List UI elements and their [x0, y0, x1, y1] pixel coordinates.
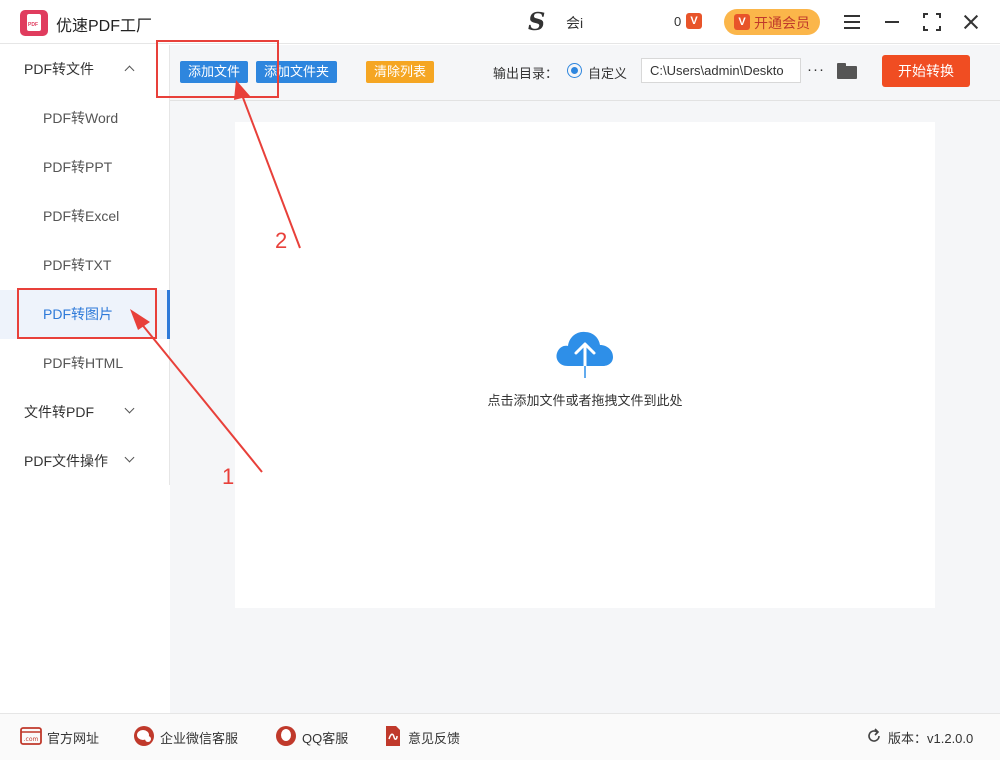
- vip-button[interactable]: V 开通会员: [724, 9, 820, 35]
- sidebar-item-pdf-to-word[interactable]: PDF转Word: [0, 94, 170, 143]
- feedback-link[interactable]: 意见反馈: [408, 728, 460, 747]
- sidebar-item-pdf-to-image[interactable]: PDF转图片: [0, 290, 170, 339]
- title-bar: PDF 优速PDF工厂 S 会i 0 V V 开通会员: [0, 0, 1000, 44]
- menu-icon[interactable]: [840, 10, 864, 34]
- user-avatar-icon[interactable]: S: [528, 10, 545, 34]
- folder-icon[interactable]: [837, 63, 857, 79]
- coin-count: 0: [674, 14, 682, 29]
- sidebar-item-label: 文件转PDF: [24, 404, 94, 420]
- close-icon[interactable]: [959, 10, 983, 34]
- sidebar-item-label: PDF转HTML: [43, 355, 124, 371]
- refresh-icon[interactable]: [866, 728, 882, 744]
- qq-service-link[interactable]: QQ客服: [302, 728, 348, 747]
- sidebar-item-label: PDF转TXT: [43, 257, 112, 273]
- add-folder-button[interactable]: 添加文件夹: [256, 61, 338, 83]
- version-label: 版本：v1.2.0.0: [888, 731, 974, 746]
- vip-button-label: 开通会员: [754, 15, 810, 31]
- sidebar-item-label: PDF转图片: [43, 306, 113, 322]
- custom-dir-radio[interactable]: [567, 63, 582, 78]
- output-dir-label: 输出目录：: [493, 66, 559, 81]
- custom-dir-radio-label[interactable]: 自定义: [588, 63, 627, 82]
- sidebar: PDF转文件 PDF转Word PDF转PPT PDF转Excel PDF转TX…: [0, 45, 170, 485]
- annotation-step-2: 2: [275, 228, 288, 253]
- app-logo-icon: PDF: [20, 10, 48, 36]
- sidebar-item-pdf-to-html[interactable]: PDF转HTML: [0, 339, 170, 388]
- cloud-upload-icon: [556, 331, 613, 378]
- sidebar-group-file-to-pdf[interactable]: 文件转PDF: [0, 388, 170, 437]
- feedback-icon: [386, 726, 400, 746]
- chevron-up-icon: [124, 65, 135, 76]
- website-icon: .com: [20, 727, 42, 745]
- coin-icon: V: [686, 13, 702, 29]
- maximize-icon[interactable]: [920, 10, 944, 34]
- svg-text:.com: .com: [24, 736, 39, 743]
- chevron-down-icon: [124, 452, 135, 463]
- app-logo-text: PDF: [28, 22, 38, 28]
- file-drop-zone[interactable]: 点击添加文件或者拖拽文件到此处: [235, 122, 935, 608]
- sidebar-item-label: PDF转Excel: [43, 208, 120, 224]
- sidebar-item-pdf-to-excel[interactable]: PDF转Excel: [0, 192, 170, 241]
- sidebar-item-label: PDF转PPT: [43, 159, 113, 175]
- toolbar: 添加文件 添加文件夹 清除列表 输出目录： 自定义 ··· 开始转换: [170, 45, 1000, 101]
- annotation-step-1: 1: [222, 464, 235, 489]
- minimize-icon[interactable]: [880, 10, 904, 34]
- app-title: 优速PDF工厂: [56, 18, 153, 35]
- chevron-down-icon: [124, 403, 135, 414]
- sidebar-item-pdf-to-txt[interactable]: PDF转TXT: [0, 241, 170, 290]
- drop-zone-hint: 点击添加文件或者拖拽文件到此处: [487, 393, 683, 408]
- more-options-icon[interactable]: ···: [807, 61, 825, 78]
- website-link[interactable]: 官方网址: [47, 728, 99, 747]
- footer: .com 官方网址 企业微信客服 QQ客服 意见反馈 版本：v1.2.0.0: [0, 713, 1000, 760]
- sidebar-item-label: PDF转Word: [43, 110, 119, 126]
- sidebar-group-pdf-operations[interactable]: PDF文件操作: [0, 437, 170, 486]
- sidebar-item-pdf-to-ppt[interactable]: PDF转PPT: [0, 143, 170, 192]
- qq-icon: [276, 726, 296, 746]
- main-panel: 添加文件 添加文件夹 清除列表 输出目录： 自定义 ··· 开始转换 点击添加文…: [170, 45, 1000, 713]
- sidebar-item-label: PDF转文件: [24, 61, 94, 77]
- clear-list-button[interactable]: 清除列表: [366, 61, 435, 83]
- sidebar-item-label: PDF文件操作: [24, 453, 108, 469]
- start-convert-button[interactable]: 开始转换: [882, 55, 970, 87]
- add-file-button[interactable]: 添加文件: [180, 61, 249, 83]
- output-path-input[interactable]: [641, 58, 801, 83]
- wechat-icon: [134, 726, 154, 746]
- user-name[interactable]: 会i: [566, 13, 583, 33]
- vip-icon: V: [734, 14, 750, 30]
- wechat-service-link[interactable]: 企业微信客服: [160, 728, 238, 747]
- sidebar-group-pdf-to-file[interactable]: PDF转文件: [0, 45, 170, 94]
